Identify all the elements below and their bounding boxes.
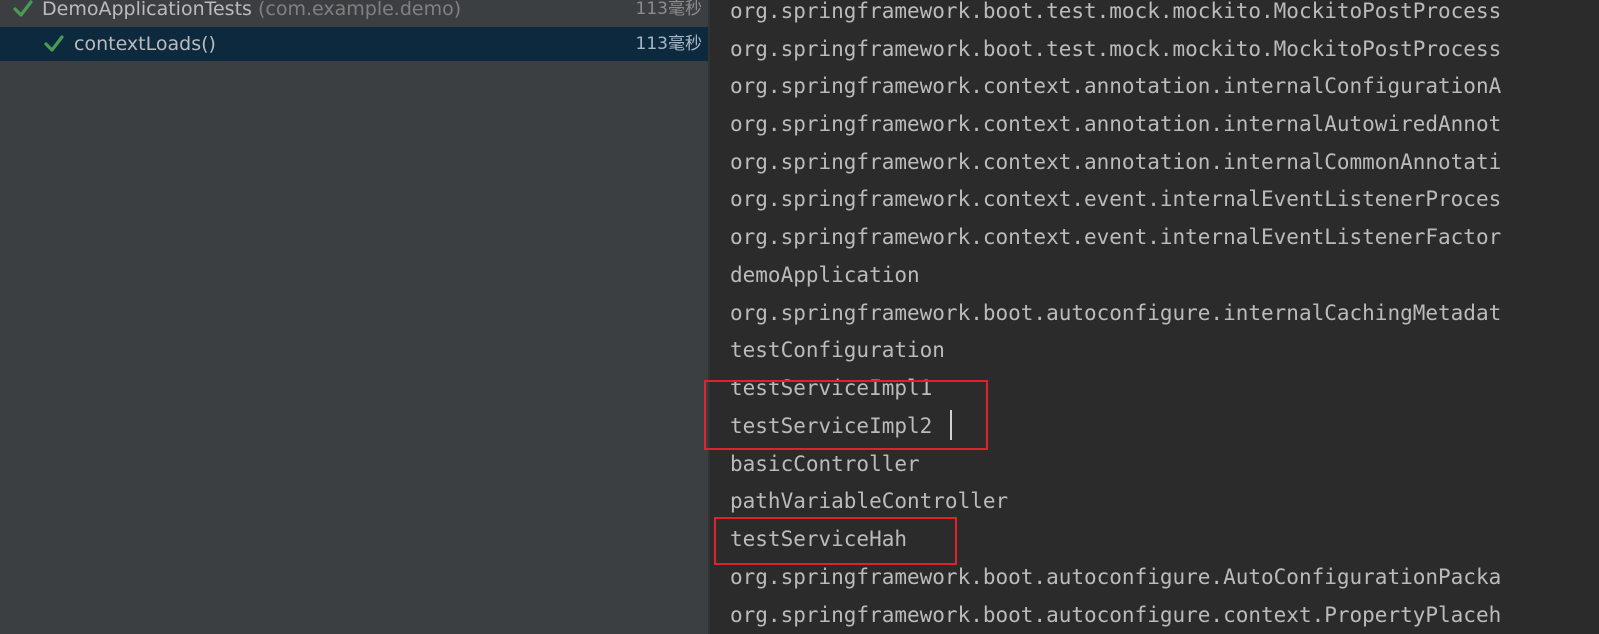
console-line: basicController	[730, 452, 920, 476]
console-line: org.springframework.boot.test.mock.mocki…	[730, 37, 1502, 61]
test-method-label: contextLoads()	[74, 33, 216, 55]
console-line: org.springframework.boot.autoconfigure.c…	[730, 603, 1502, 627]
console-line: org.springframework.context.event.intern…	[730, 187, 1502, 211]
test-results-tree: DemoApplicationTests (com.example.demo) …	[0, 0, 708, 634]
test-class-package: (com.example.demo)	[257, 0, 462, 20]
console-line: demoApplication	[730, 263, 920, 287]
check-icon	[13, 0, 33, 17]
tree-row-test-method[interactable]: contextLoads() 113毫秒	[0, 27, 708, 61]
console-line: testConfiguration	[730, 338, 945, 362]
test-class-name: DemoApplicationTests	[42, 0, 252, 20]
tree-row-test-class[interactable]: DemoApplicationTests (com.example.demo) …	[0, 0, 708, 26]
annotation-box-service-hah	[714, 517, 957, 565]
check-icon	[44, 35, 64, 52]
test-class-label: DemoApplicationTests (com.example.demo)	[42, 0, 461, 26]
test-duration: 113毫秒	[635, 0, 702, 19]
console-line: org.springframework.context.event.intern…	[730, 225, 1502, 249]
console-line: org.springframework.boot.autoconfigure.i…	[730, 301, 1502, 325]
console-line: pathVariableController	[730, 489, 1009, 513]
annotation-box-service-impls	[704, 380, 988, 450]
console-line: org.springframework.boot.test.mock.mocki…	[730, 0, 1502, 23]
console-line: org.springframework.context.annotation.i…	[730, 112, 1502, 136]
test-duration: 113毫秒	[635, 34, 702, 54]
console-line: org.springframework.context.annotation.i…	[730, 150, 1502, 174]
ide-window: DemoApplicationTests (com.example.demo) …	[0, 0, 1599, 634]
console-line: org.springframework.context.annotation.i…	[730, 74, 1502, 98]
